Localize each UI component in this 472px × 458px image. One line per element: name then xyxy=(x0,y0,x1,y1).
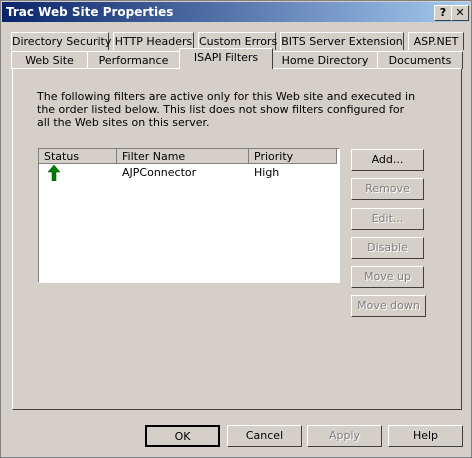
tab-web-site[interactable]: Web Site xyxy=(11,51,88,69)
tab-documents[interactable]: Documents xyxy=(377,51,463,69)
column-header-priority[interactable]: Priority xyxy=(249,149,337,164)
filter-name-cell: AJPConnector xyxy=(122,166,197,179)
isapi-filters-panel: The following filters are active only fo… xyxy=(12,68,462,410)
priority-cell: High xyxy=(254,166,280,179)
button-label: Move down xyxy=(357,299,420,312)
button-label: Apply xyxy=(328,429,361,442)
list-header: Status Filter Name Priority xyxy=(39,149,339,164)
tab-label: ISAPI Filters xyxy=(193,51,259,64)
edit-button[interactable]: Edit... xyxy=(351,208,424,230)
button-label: OK xyxy=(174,430,191,443)
button-label: Edit... xyxy=(371,212,404,225)
disable-button[interactable]: Disable xyxy=(351,237,424,259)
cancel-button[interactable]: Cancel xyxy=(227,425,302,447)
tab-label: Documents xyxy=(388,54,452,67)
properties-dialog: Trac Web Site Properties ? ✕ Directory S… xyxy=(0,0,472,458)
tab-label: Custom Errors xyxy=(199,35,278,48)
column-header-filter-name[interactable]: Filter Name xyxy=(117,149,249,164)
tab-home-directory[interactable]: Home Directory xyxy=(272,51,378,69)
tab-label: Performance xyxy=(98,54,169,67)
button-label: Move up xyxy=(364,270,411,283)
move-down-button[interactable]: Move down xyxy=(351,295,426,317)
button-label: Cancel xyxy=(245,429,284,442)
tab-label: BITS Server Extension xyxy=(281,35,403,48)
title-bar[interactable]: Trac Web Site Properties ? ✕ xyxy=(2,2,470,22)
filters-list[interactable]: Status Filter Name Priority AJPConnector… xyxy=(38,148,340,283)
tab-label: Home Directory xyxy=(281,54,369,67)
button-label: Remove xyxy=(365,182,410,195)
tab-label: Directory Security xyxy=(12,35,112,48)
tab-label: ASP.NET xyxy=(413,35,459,48)
tab-label: HTTP Headers xyxy=(114,35,193,48)
green-up-arrow-icon xyxy=(47,164,61,185)
button-label: Add... xyxy=(371,153,404,166)
tab-performance[interactable]: Performance xyxy=(87,51,180,69)
add-button[interactable]: Add... xyxy=(351,149,424,171)
tab-asp-net[interactable]: ASP.NET xyxy=(408,32,464,50)
column-header-status[interactable]: Status xyxy=(39,149,117,164)
tab-bits-server-extension[interactable]: BITS Server Extension xyxy=(280,32,404,50)
help-button[interactable]: Help xyxy=(388,425,463,447)
table-row[interactable]: AJPConnector High xyxy=(39,164,337,182)
ok-button[interactable]: OK xyxy=(145,425,220,447)
close-title-button[interactable]: ✕ xyxy=(451,5,469,21)
description-text: The following filters are active only fo… xyxy=(37,90,416,129)
window-title: Trac Web Site Properties xyxy=(6,5,174,19)
remove-button[interactable]: Remove xyxy=(351,178,424,200)
button-label: Help xyxy=(412,429,439,442)
move-up-button[interactable]: Move up xyxy=(351,266,424,288)
help-title-button[interactable]: ? xyxy=(434,5,452,21)
tab-isapi-filters[interactable]: ISAPI Filters xyxy=(179,48,273,69)
tab-label: Web Site xyxy=(25,54,74,67)
tab-directory-security[interactable]: Directory Security xyxy=(11,32,112,50)
apply-button[interactable]: Apply xyxy=(307,425,382,447)
button-label: Disable xyxy=(367,241,408,254)
